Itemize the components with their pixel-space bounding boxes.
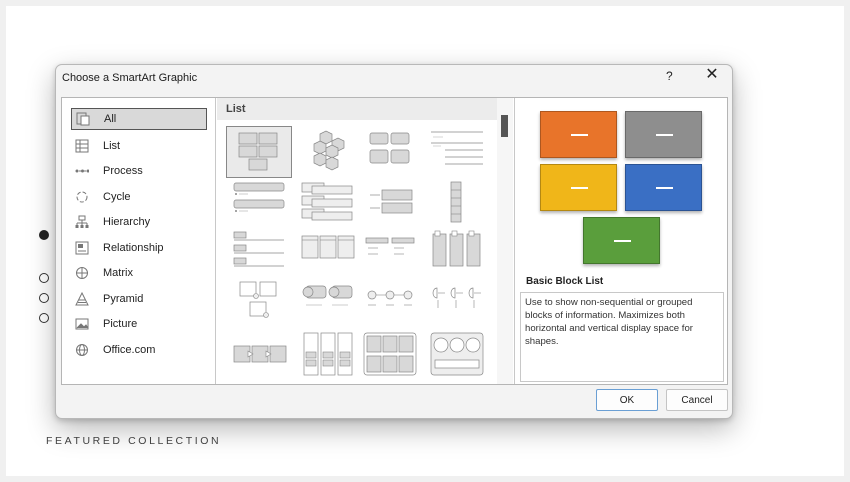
category-relationship[interactable]: Relationship: [71, 237, 207, 259]
pyramid-icon: [75, 292, 89, 306]
matrix-icon: [75, 266, 89, 280]
preview-description: Use to show non-sequential or grouped bl…: [520, 292, 724, 382]
layout-basic-block-list[interactable]: [226, 126, 292, 178]
dialog-body: All List Process Cycle Hierarchy Relatio…: [61, 97, 728, 385]
globe-icon: [75, 343, 89, 357]
layout-chevron-block-list[interactable]: [226, 330, 290, 380]
layout-stacked-list[interactable]: [296, 178, 360, 228]
category-label: Process: [103, 165, 143, 177]
cycle-icon: [75, 190, 89, 204]
category-cycle[interactable]: Cycle: [71, 186, 207, 208]
ok-button[interactable]: OK: [596, 389, 658, 411]
preview-pane: Basic Block List Use to show non-sequent…: [514, 98, 727, 384]
category-matrix[interactable]: Matrix: [71, 262, 207, 284]
layout-square-accent-list[interactable]: [296, 228, 360, 278]
help-button[interactable]: ?: [666, 69, 673, 83]
layout-rounded-block-grid[interactable]: [358, 128, 422, 178]
preview-shape-blue: [625, 164, 702, 211]
category-process[interactable]: Process: [71, 160, 207, 182]
all-icon: [76, 112, 90, 126]
smartart-dialog: Choose a SmartArt Graphic ? ✕ All List P…: [55, 64, 733, 419]
carousel-dot[interactable]: [39, 273, 49, 283]
dialog-title: Choose a SmartArt Graphic: [62, 72, 198, 84]
layout-horizontal-bullet-list[interactable]: [226, 228, 290, 278]
gallery-heading: List: [217, 98, 497, 120]
category-office-com[interactable]: Office.com: [71, 339, 207, 361]
carousel-dot[interactable]: [39, 293, 49, 303]
carousel-dot-active[interactable]: [39, 230, 49, 240]
layout-circle-picture-list[interactable]: [425, 330, 489, 380]
relationship-icon: [75, 241, 89, 255]
category-label: Hierarchy: [103, 216, 151, 228]
cancel-button[interactable]: Cancel: [666, 389, 728, 411]
category-list: All List Process Cycle Hierarchy Relatio…: [62, 98, 216, 384]
list-icon: [75, 139, 89, 153]
close-icon[interactable]: ✕: [704, 67, 720, 83]
category-pyramid[interactable]: Pyramid: [71, 288, 207, 310]
scrollbar-thumb[interactable]: [501, 115, 508, 137]
layout-gallery: List: [217, 98, 513, 384]
layout-lined-list[interactable]: [425, 128, 489, 178]
layout-lined-columns[interactable]: [358, 228, 422, 278]
process-icon: [75, 164, 89, 178]
layout-table-hierarchy[interactable]: [358, 330, 422, 380]
category-list-item[interactable]: List: [71, 135, 207, 157]
layout-vertical-box-list[interactable]: [425, 178, 489, 228]
layout-vertical-bullet-list[interactable]: [226, 178, 290, 228]
layout-circle-process-list[interactable]: [358, 278, 422, 328]
preview-shape-green: [583, 217, 660, 264]
layout-tab-columns[interactable]: [425, 228, 489, 278]
category-label: List: [103, 140, 121, 152]
category-label: All: [104, 113, 117, 125]
layout-grouped-list[interactable]: [296, 330, 360, 380]
layout-half-circle-list[interactable]: [425, 278, 489, 328]
category-label: Pyramid: [103, 293, 144, 305]
category-all[interactable]: All: [71, 108, 207, 130]
layout-hexagon-cluster[interactable]: [296, 128, 360, 178]
category-picture[interactable]: Picture: [71, 313, 207, 335]
preview-shape-yellow: [540, 164, 617, 211]
layout-table-list[interactable]: [358, 178, 422, 228]
featured-collection-label: FEATURED COLLECTION: [46, 435, 222, 447]
gallery-scrollbar[interactable]: [497, 98, 513, 384]
category-hierarchy[interactable]: Hierarchy: [71, 211, 207, 233]
hierarchy-icon: [75, 215, 89, 229]
layout-circle-accent-list[interactable]: [296, 278, 360, 328]
category-label: Picture: [103, 318, 138, 330]
category-label: Office.com: [103, 344, 156, 356]
category-label: Cycle: [103, 191, 131, 203]
preview-title: Basic Block List: [526, 276, 604, 287]
carousel-dot[interactable]: [39, 313, 49, 323]
layout-picture-caption-list[interactable]: [226, 278, 290, 328]
category-label: Matrix: [103, 267, 133, 279]
picture-icon: [75, 317, 89, 331]
category-label: Relationship: [103, 242, 164, 254]
preview-shape-gray: [625, 111, 702, 158]
preview-shape-orange: [540, 111, 617, 158]
